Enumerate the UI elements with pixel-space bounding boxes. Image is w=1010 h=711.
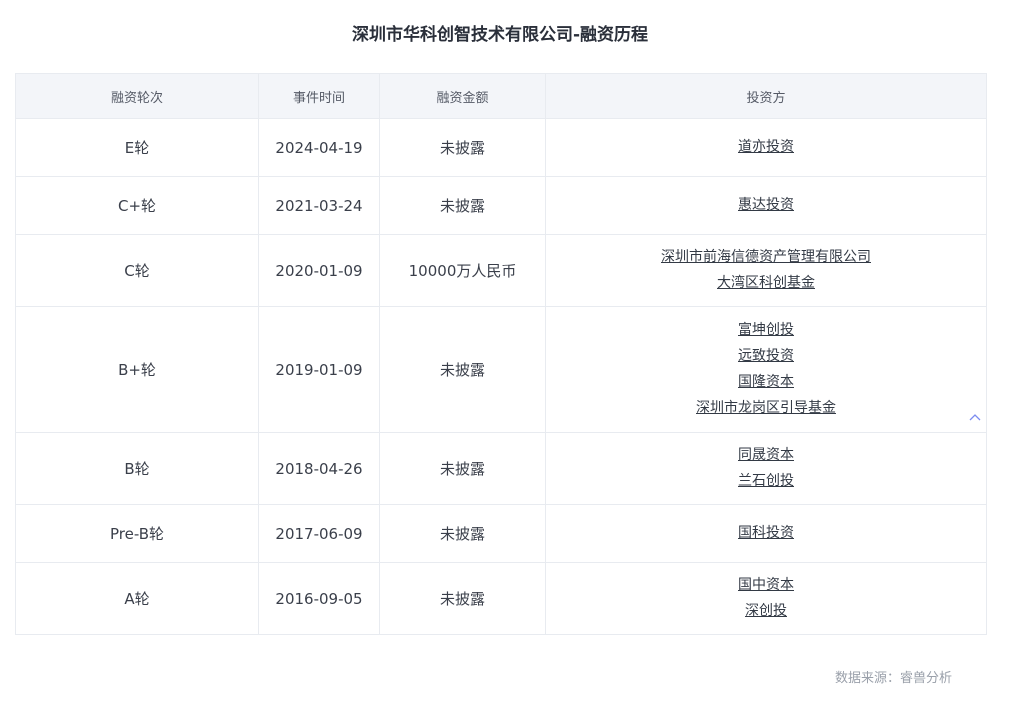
investor-link[interactable]: 深圳市龙岗区引导基金 (696, 399, 836, 418)
investor-link[interactable]: 深圳市前海信德资产管理有限公司 (661, 248, 871, 267)
investor-list: 国中资本 深创投 (546, 576, 986, 621)
amount-cell: 未披露 (379, 176, 546, 235)
round-cell: Pre-B轮 (15, 504, 259, 563)
round-cell: B+轮 (15, 306, 259, 433)
investors-cell: 国中资本 深创投 (545, 562, 987, 635)
column-header-amount: 融资金额 (379, 73, 546, 119)
investor-link[interactable]: 惠达投资 (738, 196, 794, 215)
page-title: 深圳市华科创智技术有限公司-融资历程 (351, 25, 649, 45)
investor-list: 惠达投资 (546, 196, 986, 215)
date-cell: 2024-04-19 (258, 118, 380, 177)
table-row: C轮 2020-01-09 10000万人民币 深圳市前海信德资产管理有限公司 大湾区科… (15, 234, 987, 307)
amount-cell: 10000万人民币 (379, 234, 546, 307)
date-cell: 2018-04-26 (258, 432, 380, 505)
investor-list: 富坤创投远致投资国隆资本深圳市龙岗区引导基金 (546, 321, 986, 418)
table-row: E轮 2024-04-19 未披露 道亦投资 (15, 118, 987, 177)
amount-cell: 未披露 (379, 306, 546, 433)
round-cell: B轮 (15, 432, 259, 505)
data-source-note: 数据来源：睿兽分析 (835, 671, 953, 686)
investor-link[interactable]: 兰石创投 (738, 472, 794, 491)
column-header-date: 事件时间 (258, 73, 380, 119)
amount-cell: 未披露 (379, 432, 546, 505)
amount-cell: 未披露 (379, 562, 546, 635)
date-cell: 2019-01-09 (258, 306, 380, 433)
investor-link[interactable]: 同晟资本 (738, 446, 794, 465)
table-header-row: 融资轮次 事件时间 融资金额 投资方 (15, 73, 987, 119)
investor-link[interactable]: 道亦投资 (738, 138, 794, 157)
date-cell: 2020-01-09 (258, 234, 380, 307)
round-cell: C+轮 (15, 176, 259, 235)
investors-cell: 惠达投资 (545, 176, 987, 235)
amount-cell: 未披露 (379, 504, 546, 563)
table-row: B轮 2018-04-26 未披露 同晟资本 兰石创投 (15, 432, 987, 505)
investors-cell: 同晟资本 兰石创投 (545, 432, 987, 505)
table-row: A轮 2016-09-05 未披露 国中资本 深创投 (15, 562, 987, 635)
date-cell: 2021-03-24 (258, 176, 380, 235)
column-header-round: 融资轮次 (15, 73, 259, 119)
investor-link[interactable]: 国中资本 (738, 576, 794, 595)
investor-link[interactable]: 富坤创投 (738, 321, 794, 340)
investors-cell: 富坤创投远致投资国隆资本深圳市龙岗区引导基金 (545, 306, 987, 433)
investor-link[interactable]: 远致投资 (738, 347, 794, 366)
amount-cell: 未披露 (379, 118, 546, 177)
table-row: C+轮 2021-03-24 未披露 惠达投资 (15, 176, 987, 235)
round-cell: A轮 (15, 562, 259, 635)
round-cell: C轮 (15, 234, 259, 307)
investor-list: 深圳市前海信德资产管理有限公司 大湾区科创基金 (546, 248, 986, 293)
investor-list: 国科投资 (546, 524, 986, 543)
investor-link[interactable]: 国科投资 (738, 524, 794, 543)
investor-link[interactable]: 国隆资本 (738, 373, 794, 392)
investor-list: 同晟资本 兰石创投 (546, 446, 986, 491)
round-cell: E轮 (15, 118, 259, 177)
table-row: B+轮 2019-01-09 未披露 富坤创投 远致投资 国隆资本 深圳市龙岗区引导基金 (15, 306, 987, 433)
financing-table: 融资轮次 事件时间 融资金额 投资方 E轮 2024-04-19 未披露 道亦投资 C+… (15, 73, 987, 635)
date-cell: 2016-09-05 (258, 562, 380, 635)
date-cell: 2017-06-09 (258, 504, 380, 563)
chevron-up-icon[interactable] (966, 409, 984, 427)
investors-cell: 道亦投资 (545, 118, 987, 177)
investor-link[interactable]: 深创投 (745, 602, 787, 621)
investor-list: 道亦投资 (546, 138, 986, 157)
investors-cell: 国科投资 (545, 504, 987, 563)
investors-cell: 深圳市前海信德资产管理有限公司 大湾区科创基金 (545, 234, 987, 307)
investor-link[interactable]: 大湾区科创基金 (717, 274, 815, 293)
table-row: Pre-B轮 2017-06-09 未披露 国科投资 (15, 504, 987, 563)
column-header-investors: 投资方 (545, 73, 987, 119)
